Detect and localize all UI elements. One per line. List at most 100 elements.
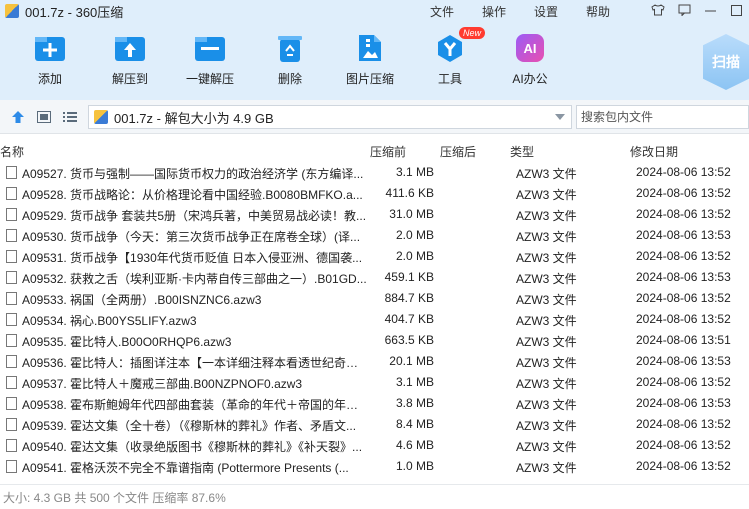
file-size: 8.4 MB: [395, 417, 434, 431]
file-size: 1.0 MB: [395, 459, 434, 473]
one-click-extract-button[interactable]: 一键解压: [175, 32, 245, 87]
table-row[interactable]: A09535. 霍比特人.B00O0RHQP6.azw3 663.5 KB AZW3…: [0, 330, 749, 351]
delete-button[interactable]: 删除: [255, 32, 325, 87]
tools-button[interactable]: New 工具: [415, 27, 486, 87]
file-icon: [6, 187, 17, 200]
file-name: A09537. 霍比特人＋魔戒三部曲.B00NZPNOF0.azw3: [22, 377, 303, 391]
menu-file[interactable]: 文件: [430, 3, 454, 20]
table-row[interactable]: A09540. 霍达文集（收录绝版图书《穆斯林的葬礼》《补天裂》... 4.6 M…: [0, 435, 749, 456]
file-name: A09531. 货币战争【1930年代货币贬值 日本入侵亚洲、德国袭...: [22, 251, 363, 265]
file-name: A09541. 霍格沃茨不完全不靠谱指南 (Pottermore Present…: [22, 461, 349, 475]
file-type: AZW3 文件: [516, 251, 577, 265]
table-row[interactable]: A09538. 霍布斯鲍姆年代四部曲套装（革命的年代＋帝国的年代... 3.8 M…: [0, 393, 749, 414]
file-type: AZW3 文件: [516, 377, 577, 391]
column-header-row: 名称 压缩前 压缩后 类型 修改日期: [0, 141, 749, 161]
file-date: 2024-08-06 13:53: [636, 228, 731, 242]
add-button[interactable]: 添加: [15, 32, 85, 87]
image-compress-button[interactable]: 图片压缩: [335, 32, 405, 87]
up-arrow-icon[interactable]: [10, 109, 26, 125]
list-view-icon[interactable]: [62, 109, 78, 125]
file-icon: [6, 334, 17, 347]
menu-operate[interactable]: 操作: [482, 3, 506, 20]
table-row[interactable]: A09533. 祸国（全两册）.B00ISNZNC6.azw3 884.7 KB A…: [0, 288, 749, 309]
file-type: AZW3 文件: [516, 335, 577, 349]
file-icon: [6, 439, 17, 452]
feedback-icon[interactable]: [671, 4, 697, 19]
column-modified[interactable]: 修改日期: [630, 143, 678, 160]
file-icon: [6, 376, 17, 389]
file-date: 2024-08-06 13:51: [636, 333, 731, 347]
file-name: A09536. 霍比特人：插图详注本【一本详细注释本看透世纪奇幻...: [22, 356, 368, 370]
table-row[interactable]: A09530. 货币战争（今天：第三次货币战争正在席卷全球）(译... 2.0 M…: [0, 225, 749, 246]
table-row[interactable]: A09529. 货币战争 套装共5册（宋鸿兵著，中美贸易战必读！教... 31.0…: [0, 204, 749, 225]
column-packed-size[interactable]: 压缩前: [370, 143, 406, 160]
extract-to-button[interactable]: 解压到: [95, 32, 165, 87]
table-row[interactable]: A09531. 货币战争【1930年代货币贬值 日本入侵亚洲、德国袭... 2.0…: [0, 246, 749, 267]
file-type: AZW3 文件: [516, 272, 577, 286]
file-size: 20.1 MB: [389, 354, 434, 368]
menu-help[interactable]: 帮助: [586, 3, 610, 20]
file-type: AZW3 文件: [516, 209, 577, 223]
table-row[interactable]: A09528. 货币战略论：从价格理论看中国经验.B0080BMFKO.a...…: [0, 183, 749, 204]
table-row[interactable]: A09539. 霍达文集（全十卷）（《穆斯林的葬礼》作者、矛盾文... 8.4 M…: [0, 414, 749, 435]
file-size: 3.8 MB: [395, 396, 434, 410]
window-controls: [645, 0, 749, 22]
file-name: A09530. 货币战争（今天：第三次货币战争正在席卷全球）(译...: [22, 230, 361, 244]
file-date: 2024-08-06 13:52: [636, 186, 731, 200]
column-compressed-size[interactable]: 压缩后: [440, 143, 476, 160]
file-type: AZW3 文件: [516, 461, 577, 475]
status-text: 大小: 4.3 GB 共 500 个文件 压缩率 87.6%: [3, 490, 226, 505]
file-icon: [6, 355, 17, 368]
file-size: 2.0 MB: [395, 249, 434, 263]
ai-office-button[interactable]: AI AI办公: [495, 32, 565, 87]
column-name[interactable]: 名称: [0, 143, 24, 160]
file-icon: [6, 208, 17, 221]
file-date: 2024-08-06 13:52: [636, 438, 731, 452]
file-date: 2024-08-06 13:53: [636, 270, 731, 284]
file-icon: [6, 250, 17, 263]
file-name: A09538. 霍布斯鲍姆年代四部曲套装（革命的年代＋帝国的年代...: [22, 398, 368, 412]
file-name: A09528. 货币战略论：从价格理论看中国经验.B0080BMFKO.a...: [22, 188, 363, 202]
table-row[interactable]: A09537. 霍比特人＋魔戒三部曲.B00NZPNOF0.azw3 3.1 MB…: [0, 372, 749, 393]
path-combobox[interactable]: 001.7z - 解包大小为 4.9 GB: [88, 105, 572, 129]
file-size: 4.6 MB: [395, 438, 434, 452]
minimize-icon[interactable]: [697, 4, 723, 19]
file-date: 2024-08-06 13:52: [636, 375, 731, 389]
extract-to-icon: [113, 32, 147, 64]
chevron-down-icon[interactable]: [555, 114, 565, 120]
file-name: A09527. 货币与强制——国际货币权力的政治经济学 (东方编译...: [22, 167, 364, 181]
search-input[interactable]: [581, 110, 741, 124]
maximize-icon[interactable]: [723, 4, 749, 19]
table-row[interactable]: A09532. 获救之舌（埃利亚斯·卡内蒂自传三部曲之一）.B01GD... 45…: [0, 267, 749, 288]
skin-icon[interactable]: [645, 3, 671, 19]
file-date: 2024-08-06 13:52: [636, 165, 731, 179]
menu-settings[interactable]: 设置: [534, 3, 558, 20]
scan-button[interactable]: 扫描: [703, 34, 749, 90]
file-name: A09539. 霍达文集（全十卷）（《穆斯林的葬礼》作者、矛盾文...: [22, 419, 357, 433]
column-type[interactable]: 类型: [510, 143, 534, 160]
table-row[interactable]: A09527. 货币与强制——国际货币权力的政治经济学 (东方编译... 3.1 …: [0, 162, 749, 183]
file-name: A09540. 霍达文集（收录绝版图书《穆斯林的葬礼》《补天裂》...: [22, 440, 363, 454]
file-date: 2024-08-06 13:52: [636, 459, 731, 473]
file-date: 2024-08-06 13:53: [636, 396, 731, 410]
file-icon: [6, 166, 17, 179]
file-date: 2024-08-06 13:52: [636, 312, 731, 326]
ai-office-icon: AI: [513, 32, 547, 64]
one-click-extract-icon: [193, 32, 227, 64]
search-box[interactable]: [576, 105, 749, 129]
path-text: 001.7z - 解包大小为 4.9 GB: [114, 110, 274, 126]
file-date: 2024-08-06 13:52: [636, 417, 731, 431]
new-badge: New: [459, 27, 486, 39]
table-row[interactable]: A09536. 霍比特人：插图详注本【一本详细注释本看透世纪奇幻... 20.1 …: [0, 351, 749, 372]
file-name: A09533. 祸国（全两册）.B00ISNZNC6.azw3: [22, 293, 262, 307]
table-row[interactable]: A09541. 霍格沃茨不完全不靠谱指南 (Pottermore Present…: [0, 456, 749, 477]
file-size: 884.7 KB: [384, 291, 434, 305]
file-icon: [6, 418, 17, 431]
thumbnail-view-icon[interactable]: [36, 109, 52, 125]
add-archive-icon: [33, 32, 67, 64]
file-date: 2024-08-06 13:52: [636, 207, 731, 221]
archive-icon: [94, 110, 108, 124]
file-size: 663.5 KB: [384, 333, 434, 347]
file-date: 2024-08-06 13:53: [636, 354, 731, 368]
table-row[interactable]: A09534. 祸心.B00YS5LIFY.azw3 404.7 KB AZW3 文…: [0, 309, 749, 330]
